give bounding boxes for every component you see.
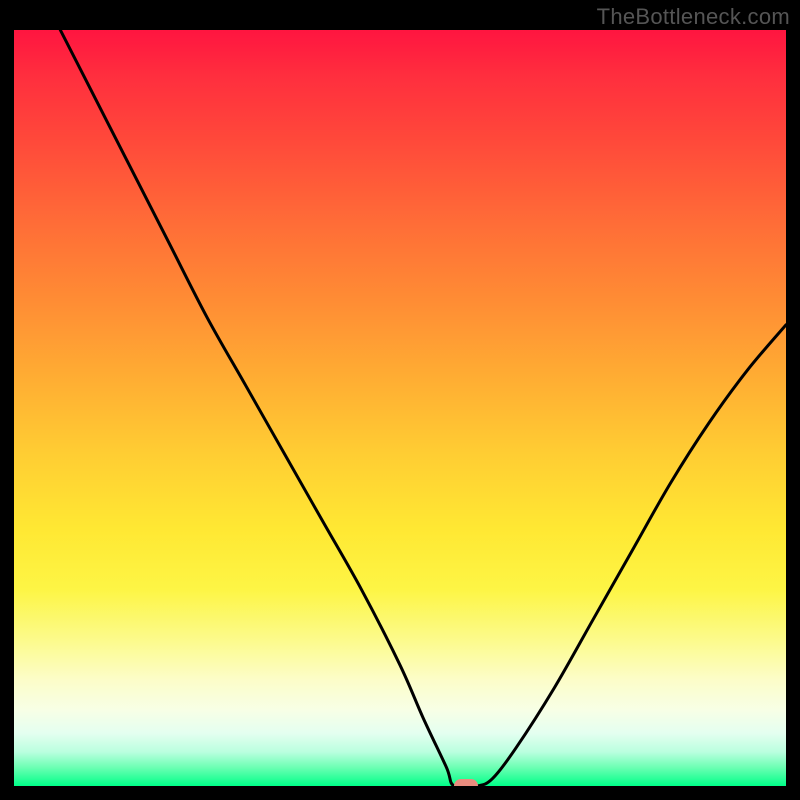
plot-area bbox=[14, 30, 786, 786]
curve-svg bbox=[14, 30, 786, 786]
optimal-marker bbox=[454, 779, 478, 786]
chart-frame: TheBottleneck.com bbox=[0, 0, 800, 800]
bottleneck-curve bbox=[60, 30, 786, 786]
attribution-watermark: TheBottleneck.com bbox=[597, 4, 790, 30]
